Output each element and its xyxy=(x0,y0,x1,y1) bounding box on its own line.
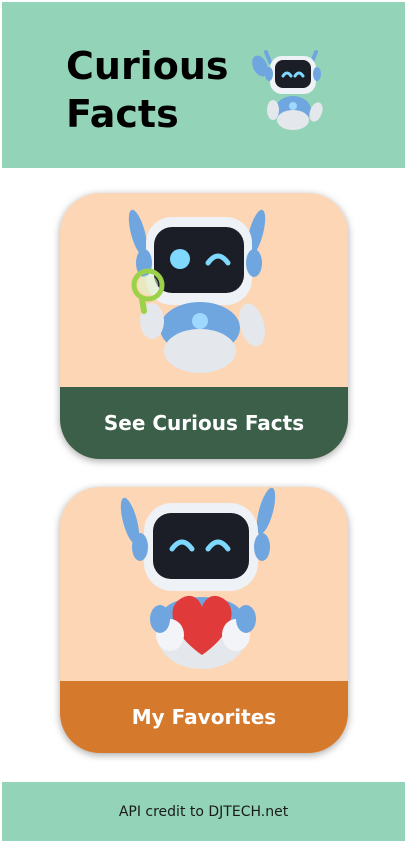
see-curious-facts-card[interactable]: See Curious Facts xyxy=(60,193,348,459)
footer: API credit to DJTECH.net xyxy=(2,782,405,841)
app-header: Curious Facts xyxy=(2,2,405,168)
title-line-2: Facts xyxy=(66,92,179,136)
robot-heart-icon xyxy=(120,487,276,669)
see-curious-facts-label[interactable]: See Curious Facts xyxy=(60,387,348,459)
api-credit-text: API credit to DJTECH.net xyxy=(118,803,289,820)
my-favorites-card[interactable]: My Favorites xyxy=(60,487,348,753)
page-title: Curious Facts xyxy=(66,42,236,138)
my-favorites-label[interactable]: My Favorites xyxy=(60,681,348,753)
waving-robot-icon xyxy=(252,50,323,130)
title-line-1: Curious xyxy=(66,44,229,88)
robot-magnifier-icon xyxy=(128,209,266,373)
